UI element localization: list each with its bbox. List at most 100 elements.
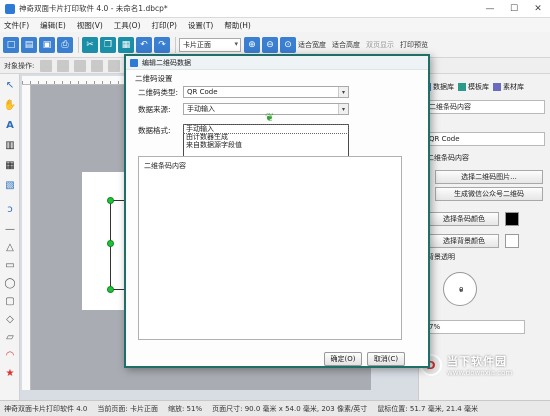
minimize-button[interactable]: — bbox=[478, 0, 502, 18]
menu-help[interactable]: 帮助(H) bbox=[224, 20, 251, 31]
arc-icon[interactable]: ◠ bbox=[3, 348, 17, 362]
qr-type-select[interactable]: QR Code bbox=[425, 132, 545, 146]
close-button[interactable]: ✕ bbox=[526, 0, 550, 18]
object-ops-label: 对象操作: bbox=[4, 61, 35, 70]
undo-icon[interactable]: ↶ bbox=[136, 36, 152, 53]
object-name-field[interactable]: 二维条码内容 bbox=[425, 100, 545, 114]
window-title: 神奇双面卡片打印软件 4.0 - 未命名1.dbcp* bbox=[19, 4, 168, 13]
menu-view[interactable]: 视图(V) bbox=[77, 20, 103, 31]
maximize-button[interactable]: ☐ bbox=[502, 0, 526, 18]
qrcode-icon[interactable]: ▦ bbox=[3, 158, 17, 172]
zoom-out-icon[interactable]: ⊖ bbox=[262, 36, 278, 53]
image-icon[interactable]: ▧ bbox=[3, 178, 17, 192]
two-page-button[interactable]: 双页显示 bbox=[366, 40, 394, 50]
qr-content-caption: 二维条码内容 bbox=[144, 162, 186, 170]
curve-icon[interactable]: ↄ bbox=[3, 202, 17, 216]
align-right-icon[interactable] bbox=[74, 59, 87, 72]
paste-icon[interactable]: ▦ bbox=[118, 36, 134, 53]
data-source-label: 数据来源: bbox=[138, 105, 171, 114]
triangle-icon[interactable]: △ bbox=[3, 240, 17, 254]
dropdown-option-datasource[interactable]: 来自数据源字段值 bbox=[184, 141, 348, 149]
watermark: D 当下软件园 www.downxia.com bbox=[420, 350, 548, 380]
pointer-icon[interactable]: ↖ bbox=[3, 78, 17, 92]
status-page: 当前页面: 卡片正面 bbox=[97, 404, 158, 413]
save-icon[interactable]: ▣ bbox=[39, 36, 55, 53]
zoom-fit-icon[interactable]: ⊙ bbox=[280, 36, 296, 53]
menu-edit[interactable]: 编辑(E) bbox=[40, 20, 66, 31]
tab-templates[interactable]: 模板库 bbox=[458, 82, 489, 92]
text-icon[interactable]: A bbox=[3, 118, 17, 132]
dropdown-option-manual[interactable]: 手动输入 bbox=[183, 124, 349, 134]
cut-icon[interactable]: ✂ bbox=[82, 36, 98, 53]
data-source-value: 手动输入 bbox=[187, 105, 215, 113]
materials-icon bbox=[493, 83, 501, 91]
align-top-icon[interactable] bbox=[91, 59, 104, 72]
align-middle-icon[interactable] bbox=[108, 59, 121, 72]
ellipse-icon[interactable]: ◯ bbox=[3, 276, 17, 290]
toolbar-divider bbox=[78, 36, 79, 53]
star-icon[interactable]: ★ bbox=[3, 366, 17, 380]
dialog-qr-type-select[interactable]: QR Code ▾ bbox=[183, 86, 349, 98]
chevron-down-icon[interactable]: ▾ bbox=[338, 87, 348, 97]
menu-tools[interactable]: 工具(O) bbox=[114, 20, 141, 31]
qr-content-label: 二维条码内容 bbox=[427, 154, 469, 162]
chevron-down-icon[interactable]: ▾ bbox=[338, 104, 348, 114]
wechat-qr-button[interactable]: 生成微信公众号二维码 bbox=[435, 187, 543, 201]
line-icon[interactable]: — bbox=[3, 222, 17, 236]
dialog-title: 编辑二维码数据 bbox=[142, 58, 191, 67]
barcode-icon[interactable]: ▥ bbox=[3, 138, 17, 152]
status-size: 页面尺寸: 90.0 毫米 x 54.0 毫米, 203 像素/英寸 bbox=[212, 404, 368, 413]
rounded-rect-icon[interactable]: ▢ bbox=[3, 294, 17, 308]
open-folder-icon[interactable]: ▤ bbox=[21, 36, 37, 53]
tab-database-label: 数据库 bbox=[433, 83, 454, 91]
bg-transparent-label[interactable]: 背景透明 bbox=[427, 252, 455, 262]
copy-icon[interactable]: ❐ bbox=[100, 36, 116, 53]
edit-qr-dialog: 编辑二维码数据 二维码设置 二维码类型: QR Code ▾ 数据来源: 手动输… bbox=[124, 54, 430, 368]
align-left-icon[interactable] bbox=[40, 59, 53, 72]
status-zoom: 缩放: 51% bbox=[167, 404, 203, 413]
align-center-icon[interactable] bbox=[57, 59, 70, 72]
menu-bar: 文件(F) 编辑(E) 视图(V) 工具(O) 打印(P) 设置(T) 帮助(H… bbox=[0, 18, 550, 32]
resize-handle-bottom[interactable] bbox=[107, 286, 114, 293]
opacity-select[interactable]: 7% bbox=[425, 320, 525, 334]
rotation-value: 0 bbox=[459, 286, 464, 294]
tab-templates-label: 模板库 bbox=[468, 83, 489, 91]
rectangle-icon[interactable]: ▭ bbox=[3, 258, 17, 272]
watermark-title: 当下软件园 bbox=[447, 355, 507, 368]
status-bar: 神奇双面卡片打印软件 4.0 当前页面: 卡片正面 缩放: 51% 页面尺寸: … bbox=[0, 400, 550, 416]
background-color-button[interactable]: 选择背景颜色 bbox=[429, 234, 499, 248]
diamond-icon[interactable]: ◇ bbox=[3, 312, 17, 326]
dialog-title-bar: 编辑二维码数据 bbox=[126, 56, 428, 70]
tab-materials[interactable]: 素材库 bbox=[493, 82, 524, 92]
resize-handle-top[interactable] bbox=[107, 197, 114, 204]
redo-icon[interactable]: ↷ bbox=[154, 36, 170, 53]
status-app: 神奇双面卡片打印软件 4.0 bbox=[4, 404, 88, 413]
dropdown-option-counter[interactable]: 由计数器生成 bbox=[184, 133, 348, 141]
qr-content-textarea[interactable]: 二维条码内容 bbox=[138, 156, 402, 340]
ok-button[interactable]: 确定(O) bbox=[324, 352, 362, 366]
menu-file[interactable]: 文件(F) bbox=[4, 20, 29, 31]
select-qr-image-button[interactable]: 选择二维码图片... bbox=[435, 170, 543, 184]
menu-settings[interactable]: 设置(T) bbox=[188, 20, 213, 31]
new-file-icon[interactable]: □ bbox=[3, 36, 19, 53]
dialog-qr-type-value: QR Code bbox=[187, 88, 218, 96]
resize-handle-middle[interactable] bbox=[107, 240, 114, 247]
barcode-color-swatch[interactable] bbox=[505, 212, 519, 226]
print-preview-button[interactable]: 打印预览 bbox=[400, 40, 428, 50]
tab-materials-label: 素材库 bbox=[503, 83, 524, 91]
hand-icon[interactable]: ✋ bbox=[3, 98, 17, 112]
zoom-in-icon[interactable]: ⊕ bbox=[244, 36, 260, 53]
left-toolbox: ↖ ✋ A ▥ ▦ ▧ ↄ — △ ▭ ◯ ▢ ◇ ▱ ◠ ★ bbox=[0, 74, 20, 400]
title-bar: 神奇双面卡片打印软件 4.0 - 未命名1.dbcp* — ☐ ✕ bbox=[0, 0, 550, 18]
menu-print[interactable]: 打印(P) bbox=[152, 20, 177, 31]
print-icon[interactable]: ⎙ bbox=[57, 36, 73, 53]
cancel-button[interactable]: 取消(C) bbox=[367, 352, 405, 366]
fit-width-button[interactable]: 适合宽度 bbox=[298, 40, 326, 50]
parallelogram-icon[interactable]: ▱ bbox=[3, 330, 17, 344]
app-icon bbox=[5, 3, 15, 14]
fit-height-button[interactable]: 适合高度 bbox=[332, 40, 360, 50]
toolbar-divider bbox=[175, 36, 176, 53]
background-color-swatch[interactable] bbox=[505, 234, 519, 248]
barcode-color-button[interactable]: 选择条码颜色 bbox=[429, 212, 499, 226]
page-select[interactable]: 卡片正面 bbox=[179, 37, 241, 52]
